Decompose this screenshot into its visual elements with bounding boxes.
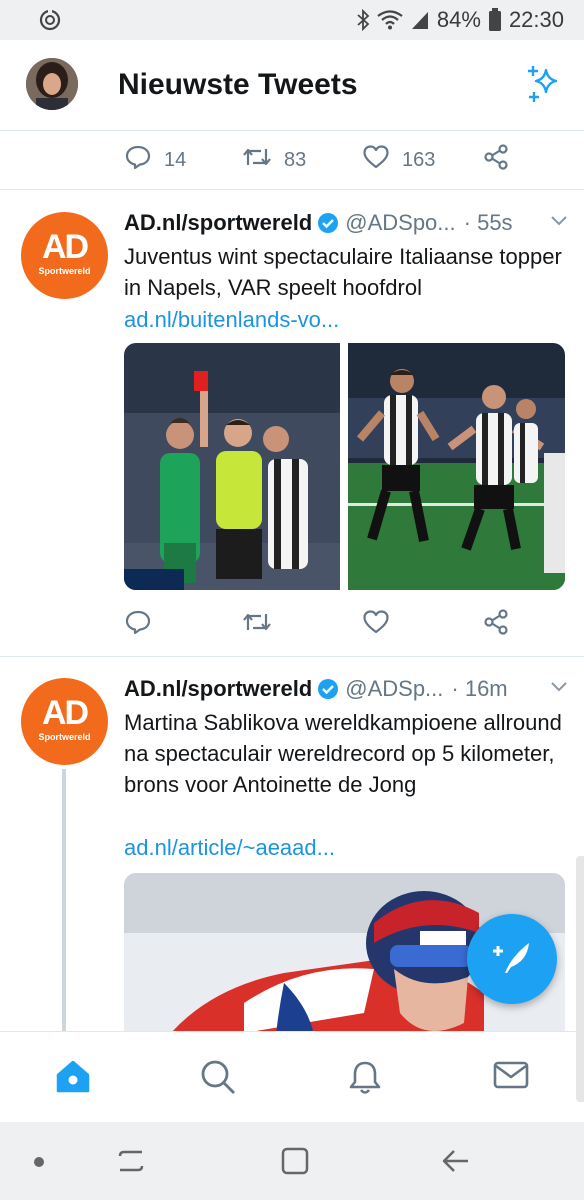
status-bar: 84% 22:30 xyxy=(0,0,584,40)
notifications-icon xyxy=(346,1061,384,1100)
battery-icon xyxy=(488,8,502,32)
home-icon xyxy=(54,1060,92,1098)
app-header: Nieuwste Tweets xyxy=(0,40,584,131)
sync-icon xyxy=(38,8,62,32)
avatar-logo-text: AD xyxy=(41,694,89,732)
reply-icon xyxy=(124,143,152,177)
author-handle: @ADSpo... xyxy=(345,210,456,235)
prev-tweet-actions: 14 83 163 xyxy=(0,131,584,187)
battery-percent: 84% xyxy=(436,7,481,32)
back-icon[interactable] xyxy=(440,1146,472,1181)
search-icon xyxy=(199,1060,237,1100)
messages-icon xyxy=(492,1061,530,1096)
media-photos xyxy=(124,343,565,590)
like-icon xyxy=(362,143,390,177)
compose-button[interactable] xyxy=(467,914,557,1004)
retweet-icon xyxy=(242,608,272,642)
page-title: Nieuwste Tweets xyxy=(118,68,358,101)
reply-button[interactable] xyxy=(124,608,152,642)
tweet-text: Martina Sablikova wereldkampioene allrou… xyxy=(124,710,562,797)
tweet-header: AD.nl/sportwereld @ADSp... · 16m xyxy=(124,676,508,702)
share-icon xyxy=(482,608,510,642)
scrollbar[interactable] xyxy=(576,856,584,1102)
avatar-logo-text: AD xyxy=(41,228,89,266)
recent-apps-icon[interactable] xyxy=(116,1146,146,1181)
share-button[interactable] xyxy=(482,608,510,642)
like-count: 163 xyxy=(402,148,436,171)
retweet-icon xyxy=(242,143,272,177)
tab-messages[interactable] xyxy=(492,1058,530,1097)
tweet-time: · 16m xyxy=(451,676,508,701)
timeline[interactable]: 14 83 163 AD Sportwereld AD.nl/sportwere… xyxy=(0,131,584,1031)
retweet-button[interactable]: 83 xyxy=(242,143,306,177)
wifi-icon xyxy=(377,10,403,30)
tweet-time: · 55s xyxy=(463,210,513,235)
tweet-link[interactable]: ad.nl/article/~aeaad... xyxy=(124,835,335,861)
profile-avatar[interactable] xyxy=(26,58,78,110)
clock: 22:30 xyxy=(508,7,564,32)
bluetooth-icon xyxy=(356,9,370,31)
tab-home[interactable] xyxy=(54,1058,92,1099)
reply-count: 14 xyxy=(164,148,187,171)
like-button[interactable] xyxy=(362,608,390,642)
share-icon xyxy=(482,143,510,177)
chevron-down-icon[interactable] xyxy=(550,214,568,232)
tweet-media[interactable] xyxy=(124,343,565,590)
avatar-logo-subtext: Sportwereld xyxy=(38,266,91,276)
tab-search[interactable] xyxy=(199,1058,237,1101)
signal-icon xyxy=(410,10,430,30)
like-button[interactable]: 163 xyxy=(362,143,435,177)
tweet[interactable]: AD Sportwereld AD.nl/sportwereld @ADSpo.… xyxy=(0,190,584,657)
like-icon xyxy=(362,608,390,642)
reply-button[interactable]: 14 xyxy=(124,143,186,177)
author-handle: @ADSp... xyxy=(345,676,444,701)
retweet-button[interactable] xyxy=(242,608,272,642)
reply-icon xyxy=(124,608,152,642)
retweet-count: 83 xyxy=(284,148,307,171)
system-nav-bar xyxy=(0,1122,584,1200)
verified-icon xyxy=(317,212,339,234)
thread-line xyxy=(62,769,66,1031)
chevron-down-icon[interactable] xyxy=(550,680,568,698)
tweet-header: AD.nl/sportwereld @ADSpo... · 55s xyxy=(124,210,513,236)
share-button[interactable] xyxy=(482,143,510,177)
nav-dot-icon xyxy=(33,1155,45,1173)
tab-notifications[interactable] xyxy=(346,1058,384,1101)
sparkle-icon[interactable] xyxy=(524,64,564,109)
author-name[interactable]: AD.nl/sportwereld xyxy=(124,210,312,236)
tweet-text: Juventus wint spectaculaire Italiaanse t… xyxy=(124,244,562,300)
compose-icon xyxy=(489,937,535,982)
tweet-link[interactable]: ad.nl/buitenlands-vo... xyxy=(124,307,339,333)
tweet-avatar[interactable]: AD Sportwereld xyxy=(21,678,108,765)
avatar-logo-subtext: Sportwereld xyxy=(38,732,91,742)
bottom-tab-bar xyxy=(0,1031,584,1122)
tweet-avatar[interactable]: AD Sportwereld xyxy=(21,212,108,299)
home-nav-icon[interactable] xyxy=(280,1146,310,1181)
verified-icon xyxy=(317,678,339,700)
author-name[interactable]: AD.nl/sportwereld xyxy=(124,676,312,702)
